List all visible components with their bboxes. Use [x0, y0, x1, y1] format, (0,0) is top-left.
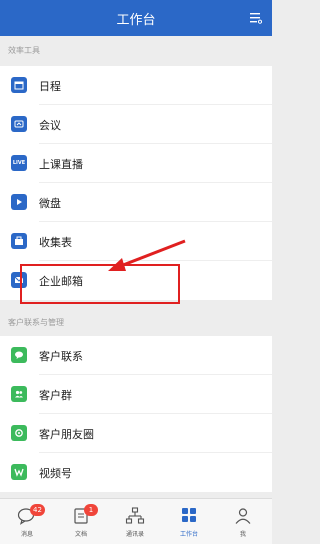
- user-icon: [235, 508, 251, 524]
- list-item-label: 上课直播: [39, 158, 83, 171]
- list-item-cloud-drive[interactable]: 微盘: [0, 183, 272, 222]
- page-title: 工作台: [116, 13, 156, 28]
- moments-icon: [11, 425, 27, 441]
- list-item-label: 客户朋友圈: [39, 428, 94, 441]
- list-item-customer-moments[interactable]: 客户朋友圈: [0, 414, 272, 453]
- contacts-icon: [125, 507, 145, 524]
- live-icon: LIVE: [11, 155, 27, 171]
- tab-me[interactable]: 我: [216, 499, 270, 544]
- meeting-icon: [11, 116, 27, 132]
- settings-menu-icon[interactable]: [250, 12, 262, 24]
- workbench-grid-icon: [182, 508, 196, 522]
- list-item-label: 视频号: [39, 467, 72, 480]
- tab-label: 我: [239, 531, 246, 538]
- list-item-video-channel[interactable]: 视频号: [0, 453, 272, 492]
- message-badge: 42: [30, 504, 45, 516]
- list-item-label: 会议: [39, 119, 61, 132]
- list-item-live-class[interactable]: LIVE 上课直播: [0, 144, 272, 183]
- arrow-annotation-icon: [108, 239, 186, 271]
- list-item-calendar[interactable]: 日程: [0, 66, 272, 105]
- tab-label: 消息: [20, 531, 33, 538]
- cloud-drive-icon: [11, 194, 27, 210]
- video-channel-icon: [11, 464, 27, 480]
- group-icon: [11, 386, 27, 402]
- list-item-meeting[interactable]: 会议: [0, 105, 272, 144]
- list-item-customer-group[interactable]: 客户群: [0, 375, 272, 414]
- list-item-label: 客户群: [39, 389, 72, 402]
- form-icon: [11, 233, 27, 249]
- list-item-label: 日程: [39, 80, 61, 93]
- title-bar: 工作台: [0, 0, 272, 36]
- tab-label: 通讯录: [125, 531, 144, 538]
- calendar-icon: [11, 77, 27, 93]
- list-item-label: 客户联系: [39, 350, 83, 363]
- tab-workbench[interactable]: 工作台: [162, 499, 216, 544]
- tab-messages[interactable]: 42 消息: [0, 499, 54, 544]
- list-item-label: 收集表: [39, 236, 72, 249]
- chat-icon: [11, 347, 27, 363]
- section-header-efficiency: 效率工具: [8, 46, 40, 55]
- list-item-label: 微盘: [39, 197, 61, 210]
- tab-documents[interactable]: 1 文档: [54, 499, 108, 544]
- section-header-customer: 客户联系与管理: [8, 318, 64, 327]
- list-item-customer-contact[interactable]: 客户联系: [0, 336, 272, 375]
- tab-label: 工作台: [179, 531, 198, 538]
- tab-label: 文档: [74, 531, 87, 538]
- document-badge: 1: [84, 504, 98, 516]
- tab-contacts[interactable]: 通讯录: [108, 499, 162, 544]
- customer-management-list: 客户联系 客户群 客户朋友圈 视频号: [0, 336, 272, 492]
- bottom-tab-bar: 42 消息 1 文档 通讯录 工作台 我: [0, 498, 272, 544]
